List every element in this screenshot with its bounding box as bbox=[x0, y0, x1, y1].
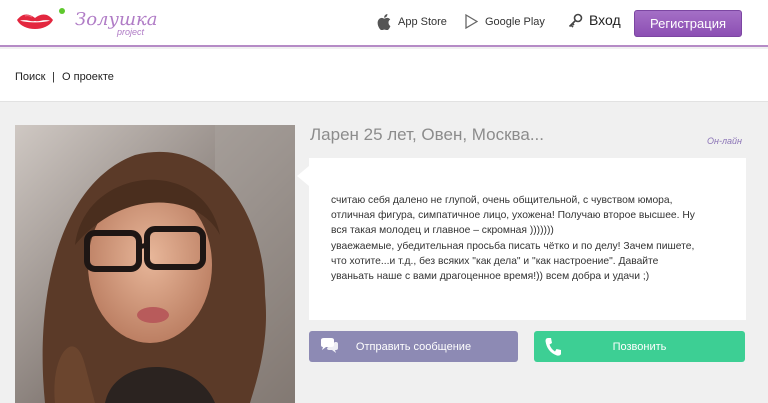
about-line: вся такая молодец и главное – скромная )… bbox=[331, 225, 554, 237]
chat-bubbles-icon bbox=[321, 338, 338, 353]
login-link[interactable]: Вход bbox=[568, 12, 621, 28]
about-line: отличная фигура, симпатичное лицо, ухоже… bbox=[331, 210, 695, 222]
google-play-icon bbox=[465, 14, 478, 29]
profile-photo[interactable] bbox=[15, 125, 295, 403]
call-button[interactable]: Позвонить bbox=[534, 331, 745, 362]
about-text: считаю себя далено не глупой, очень общи… bbox=[331, 193, 731, 284]
app-store-link[interactable]: App Store bbox=[377, 14, 447, 30]
send-message-button[interactable]: Отправить сообщение bbox=[309, 331, 518, 362]
breadcrumb-about[interactable]: О проекте bbox=[62, 71, 114, 83]
phone-icon bbox=[545, 338, 561, 356]
about-line: считаю себя далено не глупой, очень общи… bbox=[331, 195, 673, 206]
breadcrumb-separator: | bbox=[52, 71, 55, 83]
login-label: Вход bbox=[589, 12, 621, 28]
google-play-link[interactable]: Google Play bbox=[465, 14, 545, 29]
breadcrumb-search[interactable]: Поиск bbox=[15, 71, 45, 83]
send-message-label: Отправить сообщение bbox=[355, 340, 472, 353]
apple-icon bbox=[377, 14, 391, 30]
about-line: что хотите...и т.д., без всяких "как дел… bbox=[331, 255, 659, 267]
logo-subtitle: project bbox=[117, 27, 145, 37]
key-icon bbox=[568, 13, 583, 28]
lips-logo-icon[interactable] bbox=[15, 11, 55, 35]
bubble-tail bbox=[297, 166, 309, 186]
about-line: уваежаемые, убедительная просьба писать … bbox=[331, 240, 695, 252]
profile-photo-image bbox=[15, 125, 295, 403]
online-status-badge: Он-лайн bbox=[707, 136, 742, 146]
app-store-label: App Store bbox=[398, 16, 447, 28]
site-header: Золушка project App Store Google Play Вх… bbox=[0, 0, 768, 47]
google-play-label: Google Play bbox=[485, 15, 545, 28]
about-line: уваньать наше с вами драгоценное время!)… bbox=[331, 271, 650, 283]
breadcrumb: Поиск | О проекте bbox=[0, 49, 768, 102]
call-label: Позвонить bbox=[612, 340, 667, 353]
logo-dot bbox=[59, 8, 65, 14]
register-button[interactable]: Регистрация bbox=[634, 10, 742, 37]
profile-title: Ларен 25 лет, Овен, Москва... bbox=[310, 125, 544, 144]
